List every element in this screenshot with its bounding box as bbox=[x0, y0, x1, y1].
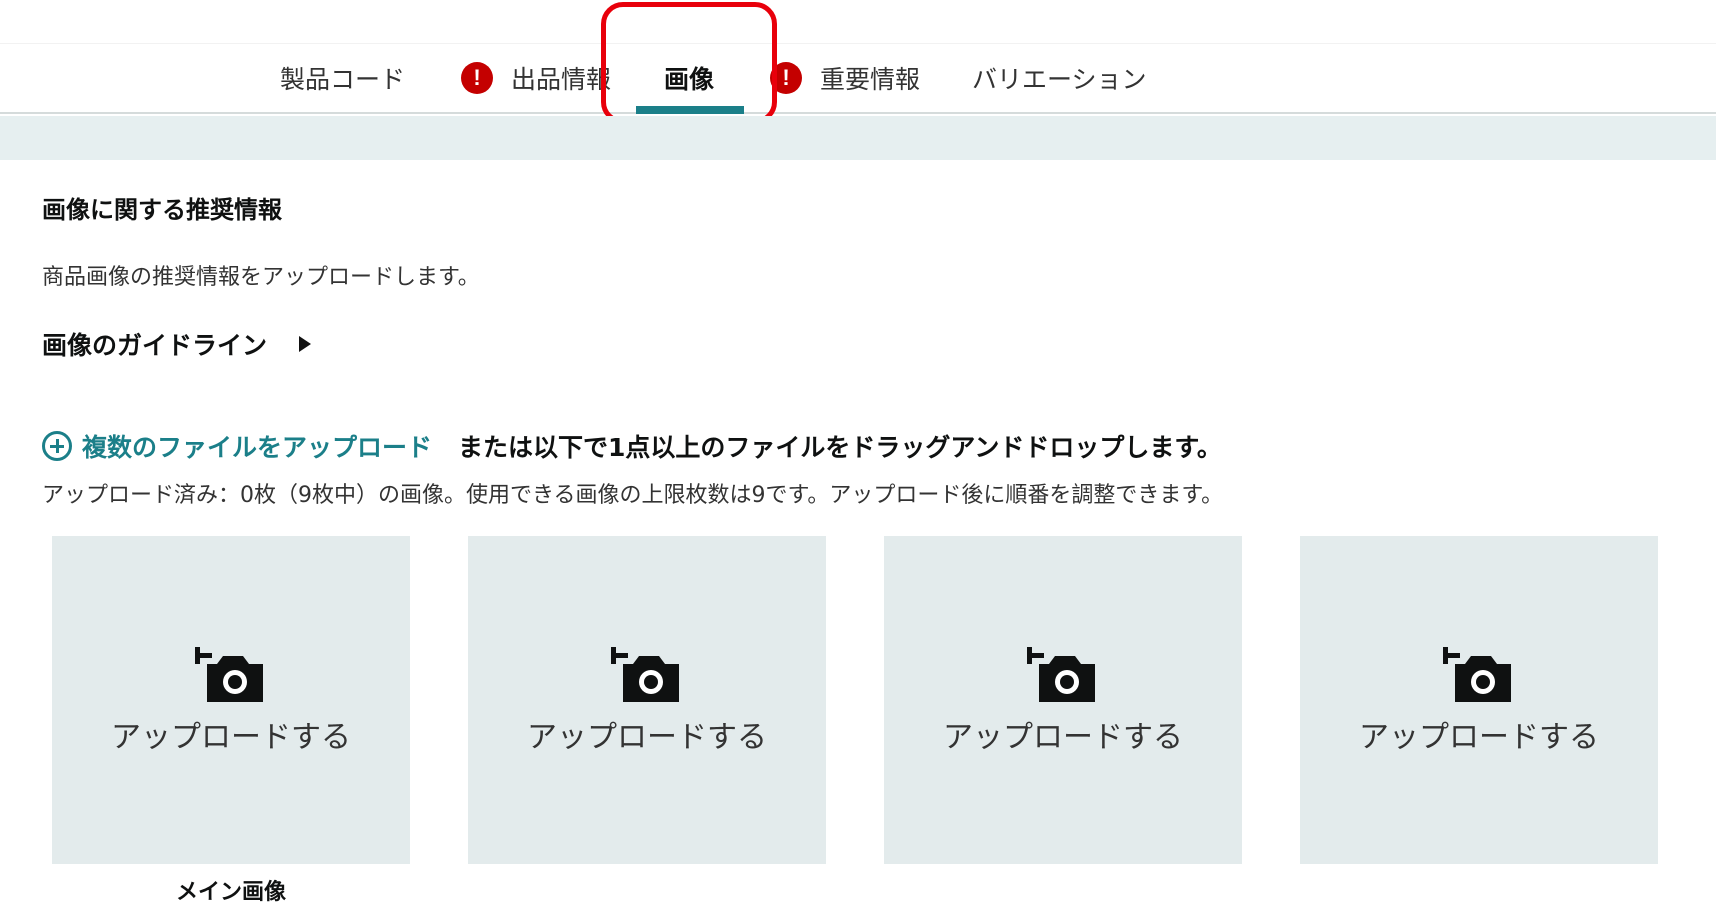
upload-tile-label: アップロードする bbox=[527, 720, 767, 755]
tab-label: 製品コード bbox=[280, 65, 406, 94]
add-photo-icon bbox=[1443, 647, 1511, 702]
warning-icon: ! bbox=[770, 62, 802, 94]
guideline-toggle[interactable]: 画像のガイドライン bbox=[42, 326, 312, 362]
image-upload-tile[interactable]: アップロードする bbox=[1300, 536, 1658, 864]
tab-label: 重要情報 bbox=[820, 65, 921, 94]
tab-images[interactable]: 画像 bbox=[664, 44, 714, 112]
image-upload-tile[interactable]: アップロードする bbox=[52, 536, 410, 864]
tab-label: 画像 bbox=[664, 65, 715, 94]
drag-drop-instruction: または以下で1点以上のファイルをドラッグアンドドロップします。 bbox=[458, 433, 1222, 462]
tab-label: バリエーション bbox=[972, 65, 1147, 94]
add-photo-icon bbox=[1027, 647, 1095, 702]
upload-count-text: アップロード済み：0枚（9枚中）の画像。使用できる画像の上限枚数は9です。アップ… bbox=[42, 483, 1224, 508]
active-tab-indicator bbox=[636, 106, 744, 114]
tab-label: 出品情報 bbox=[511, 65, 612, 94]
guideline-label: 画像のガイドライン bbox=[42, 331, 268, 360]
upload-tile-label: アップロードする bbox=[1359, 720, 1599, 755]
plus-circle-icon bbox=[42, 431, 72, 461]
recommend-heading: 画像に関する推奨情報 bbox=[42, 196, 282, 224]
section-band bbox=[0, 116, 1716, 160]
upload-tile-label: アップロードする bbox=[111, 720, 351, 755]
top-strip bbox=[0, 0, 1716, 44]
upload-tile-label: アップロードする bbox=[943, 720, 1183, 755]
upload-line: 複数のファイルをアップロード または以下で1点以上のファイルをドラッグアンドドロ… bbox=[42, 428, 1222, 464]
upload-multiple-files-link[interactable]: 複数のファイルをアップロード bbox=[42, 428, 432, 464]
tab-bar: 製品コード ! 出品情報 画像 ! 重要情報 バリエーション bbox=[0, 44, 1716, 114]
warning-icon: ! bbox=[461, 62, 493, 94]
image-upload-tile[interactable]: アップロードする bbox=[884, 536, 1242, 864]
add-photo-icon bbox=[611, 647, 679, 702]
add-photo-icon bbox=[195, 647, 263, 702]
tab-listing-info[interactable]: ! 出品情報 bbox=[461, 44, 611, 112]
expand-arrow-icon bbox=[299, 336, 312, 352]
upload-link-label: 複数のファイルをアップロード bbox=[82, 433, 433, 462]
main-image-label: メイン画像 bbox=[175, 880, 286, 905]
tab-variations[interactable]: バリエーション bbox=[972, 44, 1147, 112]
tab-product-code[interactable]: 製品コード bbox=[280, 44, 405, 112]
tab-important-info[interactable]: ! 重要情報 bbox=[770, 44, 920, 112]
image-upload-tile[interactable]: アップロードする bbox=[468, 536, 826, 864]
recommend-description: 商品画像の推奨情報をアップロードします。 bbox=[42, 265, 480, 290]
